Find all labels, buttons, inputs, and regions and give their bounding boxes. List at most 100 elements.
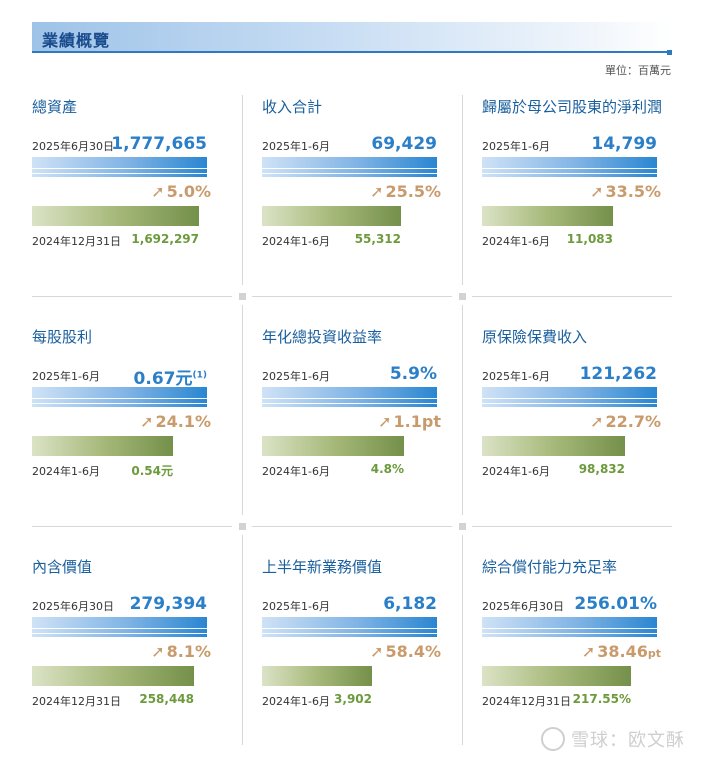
footnote-marker: (1) xyxy=(192,370,208,381)
metric-name: 年化總投資收益率 xyxy=(262,328,383,346)
previous-value: 258,448 xyxy=(139,692,194,706)
growth-rate: ➚ 5.0% xyxy=(151,182,211,201)
metric-name: 每股股利 xyxy=(32,328,93,346)
current-value: 0.67元(1) xyxy=(134,364,207,389)
previous-value-bar xyxy=(482,206,613,226)
metric-new-business-value: 上半年新業務價值 2025年1-6月 6,182 ➚ 58.4% 2024年1-6月 3,9… xyxy=(262,556,452,756)
up-arrow-icon: ➚ xyxy=(590,182,604,201)
up-arrow-icon: ➚ xyxy=(151,182,165,201)
metric-investment-yield: 年化總投資收益率 2025年1-6月 5.9% ➚ 1.1pt 2024年1-6月 4.8% xyxy=(262,326,452,526)
current-period-label: 2025年1-6月 xyxy=(262,600,330,613)
current-value: 279,394 xyxy=(130,594,207,614)
current-value-text: 69,429 xyxy=(371,134,437,154)
previous-period-label: 2024年1-6月 xyxy=(262,235,330,248)
metric-name: 收入合計 xyxy=(262,98,323,116)
current-period-label: 2025年6月30日 xyxy=(32,140,114,153)
growth-value: 8.1% xyxy=(166,642,211,661)
growth-value: 38.46 xyxy=(597,642,648,661)
previous-value: 11,083 xyxy=(566,232,613,246)
metric-name: 原保險保費收入 xyxy=(482,328,588,346)
growth-rate: ➚ 1.1pt xyxy=(378,412,441,431)
metric-total-revenue: 收入合計 2025年1-6月 69,429 ➚ 25.5% 2024年1-6月 55,312 xyxy=(262,96,452,296)
previous-value: 4.8% xyxy=(370,462,404,476)
up-arrow-icon: ➚ xyxy=(370,182,384,201)
current-value: 69,429 xyxy=(371,134,437,154)
up-arrow-icon: ➚ xyxy=(140,412,154,431)
watermark-text: 雪球：欧文酥 xyxy=(571,730,685,751)
divider-vertical xyxy=(242,535,243,745)
divider-junction xyxy=(459,293,466,300)
previous-value-bar xyxy=(482,436,625,456)
current-value-bar xyxy=(482,617,657,637)
previous-value: 55,312 xyxy=(354,232,401,246)
metric-name: 總資產 xyxy=(32,98,78,116)
growth-rate: ➚ 22.7% xyxy=(590,412,661,431)
divider-horizontal xyxy=(472,526,672,527)
current-value: 1,777,665 xyxy=(111,134,207,154)
previous-value: 3,902 xyxy=(334,692,372,706)
previous-period-label: 2024年1-6月 xyxy=(262,695,330,708)
current-value-text: 5.9% xyxy=(389,364,437,384)
section-header: 業績概覽 xyxy=(32,22,672,55)
metric-name: 綜合償付能力充足率 xyxy=(482,558,618,576)
divider-horizontal xyxy=(32,296,232,297)
current-period-label: 2025年1-6月 xyxy=(32,370,100,383)
current-period-label: 2025年1-6月 xyxy=(482,140,550,153)
snowball-logo-icon xyxy=(541,727,565,751)
growth-value: 24.1% xyxy=(155,412,211,431)
previous-value-bar xyxy=(32,206,199,226)
current-period-label: 2025年1-6月 xyxy=(262,140,330,153)
divider-vertical xyxy=(462,95,463,285)
current-value-text: 6,182 xyxy=(383,594,437,614)
divider-horizontal xyxy=(252,296,452,297)
header-end-marker xyxy=(667,50,672,55)
divider-junction xyxy=(459,523,466,530)
current-value: 256.01% xyxy=(574,594,657,614)
metric-dividend-per-share: 每股股利 2025年1-6月 0.67元(1) ➚ 24.1% 2024年1-6月 0.54… xyxy=(32,326,222,526)
previous-period-label: 2024年12月31日 xyxy=(482,695,571,708)
watermark: 雪球：欧文酥 xyxy=(541,726,685,753)
current-value-bar xyxy=(262,617,437,637)
previous-value: 0.54元 xyxy=(131,464,173,478)
growth-unit: pt xyxy=(647,647,661,660)
growth-rate: ➚ 33.5% xyxy=(590,182,661,201)
current-value-text: 256.01% xyxy=(574,594,657,614)
growth-value: 25.5% xyxy=(385,182,441,201)
growth-rate: ➚ 8.1% xyxy=(151,642,211,661)
up-arrow-icon: ➚ xyxy=(590,412,604,431)
current-period-label: 2025年6月30日 xyxy=(32,600,114,613)
previous-period-label: 2024年12月31日 xyxy=(32,695,121,708)
previous-value-bar xyxy=(32,666,194,686)
divider-horizontal xyxy=(252,526,452,527)
current-value-text: 1,777,665 xyxy=(111,134,207,154)
previous-value-bar xyxy=(482,666,631,686)
growth-value: 5.0% xyxy=(166,182,211,201)
section-title: 業績概覽 xyxy=(42,31,111,50)
previous-value-bar xyxy=(262,666,372,686)
up-arrow-icon: ➚ xyxy=(370,642,384,661)
growth-value: 58.4% xyxy=(385,642,441,661)
growth-value: 33.5% xyxy=(605,182,661,201)
metric-embedded-value: 內含價值 2025年6月30日 279,394 ➚ 8.1% 2024年12月31日 258… xyxy=(32,556,222,756)
current-value-text: 14,799 xyxy=(591,134,657,154)
previous-value-bar xyxy=(262,206,401,226)
up-arrow-icon: ➚ xyxy=(378,412,392,431)
growth-rate: ➚ 24.1% xyxy=(140,412,211,431)
growth-value: 22.7% xyxy=(605,412,661,431)
previous-period-label: 2024年12月31日 xyxy=(32,235,121,248)
previous-period-label: 2024年1-6月 xyxy=(262,465,330,478)
metric-premium-income: 原保險保費收入 2025年1-6月 121,262 ➚ 22.7% 2024年1-6月 98… xyxy=(482,326,672,526)
divider-vertical xyxy=(242,305,243,515)
current-value-bar xyxy=(32,617,207,637)
up-arrow-icon: ➚ xyxy=(151,642,165,661)
previous-period-label: 2024年1-6月 xyxy=(482,465,550,478)
growth-value: 1.1pt xyxy=(393,412,441,431)
divider-junction xyxy=(239,523,246,530)
metric-net-profit: 歸屬於母公司股東的淨利潤 2025年1-6月 14,799 ➚ 33.5% 2024年1-… xyxy=(482,96,672,296)
previous-value: 217.55% xyxy=(572,692,631,706)
growth-rate: ➚ 58.4% xyxy=(370,642,441,661)
current-value: 5.9% xyxy=(390,364,437,384)
current-value: 6,182 xyxy=(383,594,437,614)
current-value-text: 0.67元 xyxy=(133,369,193,389)
previous-value-bar xyxy=(32,436,173,456)
